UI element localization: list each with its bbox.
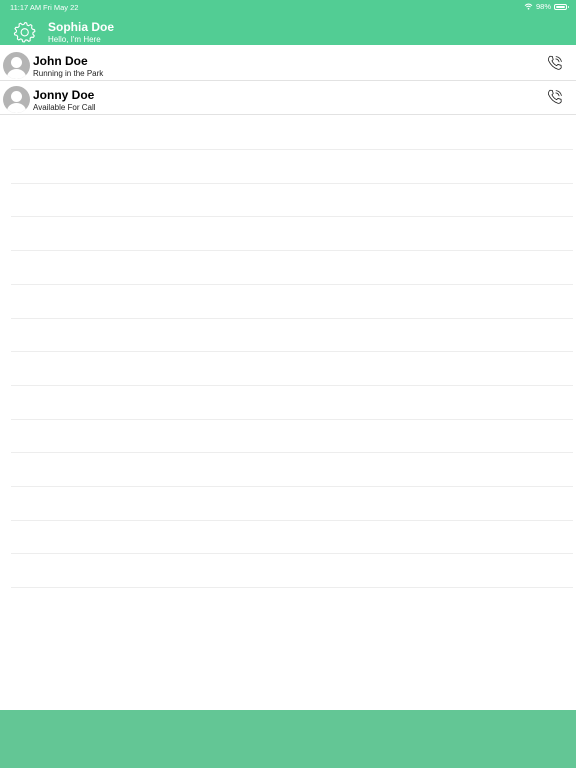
empty-row-divider	[11, 250, 573, 251]
avatar	[3, 52, 30, 79]
empty-row-divider	[11, 149, 573, 150]
gear-icon[interactable]	[13, 20, 37, 44]
empty-row-divider	[11, 587, 573, 588]
empty-row-divider	[11, 284, 573, 285]
phone-icon[interactable]	[546, 88, 564, 106]
contact-row[interactable]: John Doe Running in the Park	[0, 48, 576, 81]
empty-row-divider	[11, 419, 573, 420]
empty-row-divider	[11, 553, 573, 554]
bottom-bar	[0, 710, 576, 768]
empty-row-divider	[11, 486, 573, 487]
app-header: 11:17 AM Fri May 22 98% Sophia Doe Hello…	[0, 0, 576, 45]
avatar	[3, 86, 30, 113]
status-time: 11:17 AM	[10, 3, 42, 12]
contact-status: Available For Call	[33, 103, 96, 112]
contact-status: Running in the Park	[33, 69, 104, 78]
status-indicators: 98%	[524, 2, 569, 11]
contact-name: Jonny Doe	[33, 88, 95, 102]
empty-row-divider	[11, 183, 573, 184]
empty-row-divider	[11, 452, 573, 453]
contact-name: John Doe	[33, 54, 88, 68]
status-date: Fri May 22	[43, 3, 79, 12]
profile-name: Sophia Doe	[48, 20, 115, 34]
empty-row-divider	[11, 216, 573, 217]
empty-row-divider	[11, 351, 573, 352]
battery-icon	[554, 3, 569, 10]
battery-percent: 98%	[535, 2, 551, 11]
profile-status: Hello, I'm Here	[48, 35, 101, 44]
empty-row-divider	[11, 318, 573, 319]
phone-icon[interactable]	[546, 54, 564, 72]
contact-row[interactable]: Jonny Doe Available For Call	[0, 82, 576, 115]
empty-row-divider	[11, 520, 573, 521]
wifi-icon	[524, 3, 533, 10]
status-bar: 11:17 AM Fri May 22 98%	[0, 0, 576, 14]
empty-row-divider	[11, 385, 573, 386]
